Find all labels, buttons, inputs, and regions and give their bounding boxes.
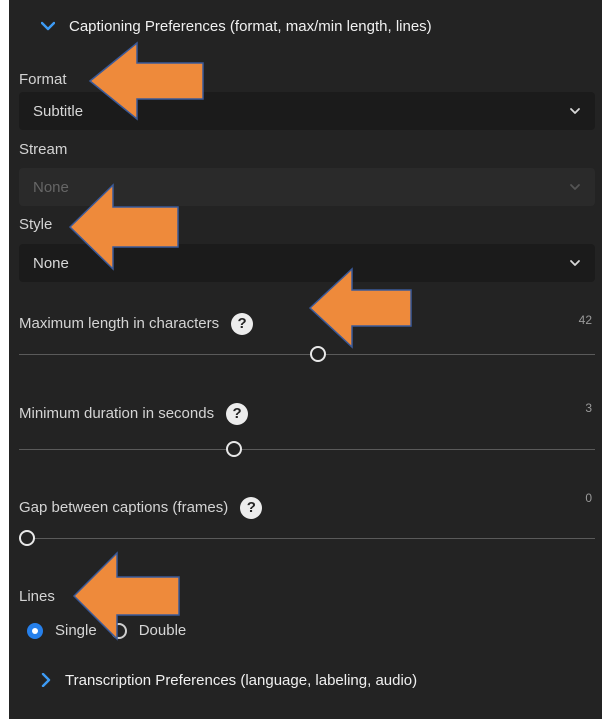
gap-label: Gap between captions (frames)? bbox=[19, 497, 263, 519]
gap-slider[interactable] bbox=[19, 538, 595, 539]
slider-thumb[interactable] bbox=[226, 441, 243, 457]
chevron-down-icon bbox=[41, 21, 55, 31]
gap-value: 0 bbox=[585, 491, 592, 505]
max-length-label-text: Maximum length in characters bbox=[19, 314, 220, 332]
stream-label: Stream bbox=[19, 141, 68, 158]
chevron-right-icon bbox=[41, 673, 51, 687]
max-length-label: Maximum length in characters? bbox=[19, 313, 254, 335]
annotation-arrow-icon bbox=[308, 267, 412, 349]
radio-single[interactable] bbox=[27, 622, 43, 639]
help-icon[interactable]: ? bbox=[231, 313, 254, 335]
style-select-value: None bbox=[33, 254, 69, 272]
min-duration-value: 3 bbox=[585, 401, 592, 415]
max-length-slider[interactable] bbox=[19, 354, 595, 355]
slider-thumb[interactable] bbox=[19, 530, 35, 546]
min-duration-slider[interactable] bbox=[19, 449, 595, 450]
transcription-preferences-header[interactable]: Transcription Preferences (language, lab… bbox=[41, 666, 417, 694]
stream-select-value: None bbox=[33, 178, 69, 196]
captioning-panel: Captioning Preferences (format, max/min … bbox=[9, 0, 602, 719]
style-label: Style bbox=[19, 216, 53, 233]
annotation-arrow-icon bbox=[72, 551, 180, 641]
chevron-down-icon bbox=[570, 184, 580, 190]
help-icon[interactable]: ? bbox=[240, 497, 263, 519]
chevron-down-icon bbox=[570, 260, 580, 266]
captioning-preferences-header[interactable]: Captioning Preferences (format, max/min … bbox=[41, 12, 432, 40]
chevron-down-icon bbox=[570, 108, 580, 114]
help-icon[interactable]: ? bbox=[226, 403, 249, 425]
gap-label-text: Gap between captions (frames) bbox=[19, 498, 229, 516]
lines-label: Lines bbox=[19, 588, 55, 605]
annotation-arrow-icon bbox=[88, 41, 204, 121]
slider-thumb[interactable] bbox=[310, 346, 327, 362]
min-duration-label-text: Minimum duration in seconds bbox=[19, 404, 215, 422]
max-length-value: 42 bbox=[578, 313, 592, 327]
format-select-value: Subtitle bbox=[33, 102, 84, 120]
min-duration-label: Minimum duration in seconds? bbox=[19, 403, 249, 425]
annotation-arrow-icon bbox=[68, 183, 179, 271]
transcription-preferences-title: Transcription Preferences (language, lab… bbox=[65, 671, 418, 689]
format-label: Format bbox=[19, 71, 67, 88]
captioning-preferences-title: Captioning Preferences (format, max/min … bbox=[69, 17, 432, 35]
